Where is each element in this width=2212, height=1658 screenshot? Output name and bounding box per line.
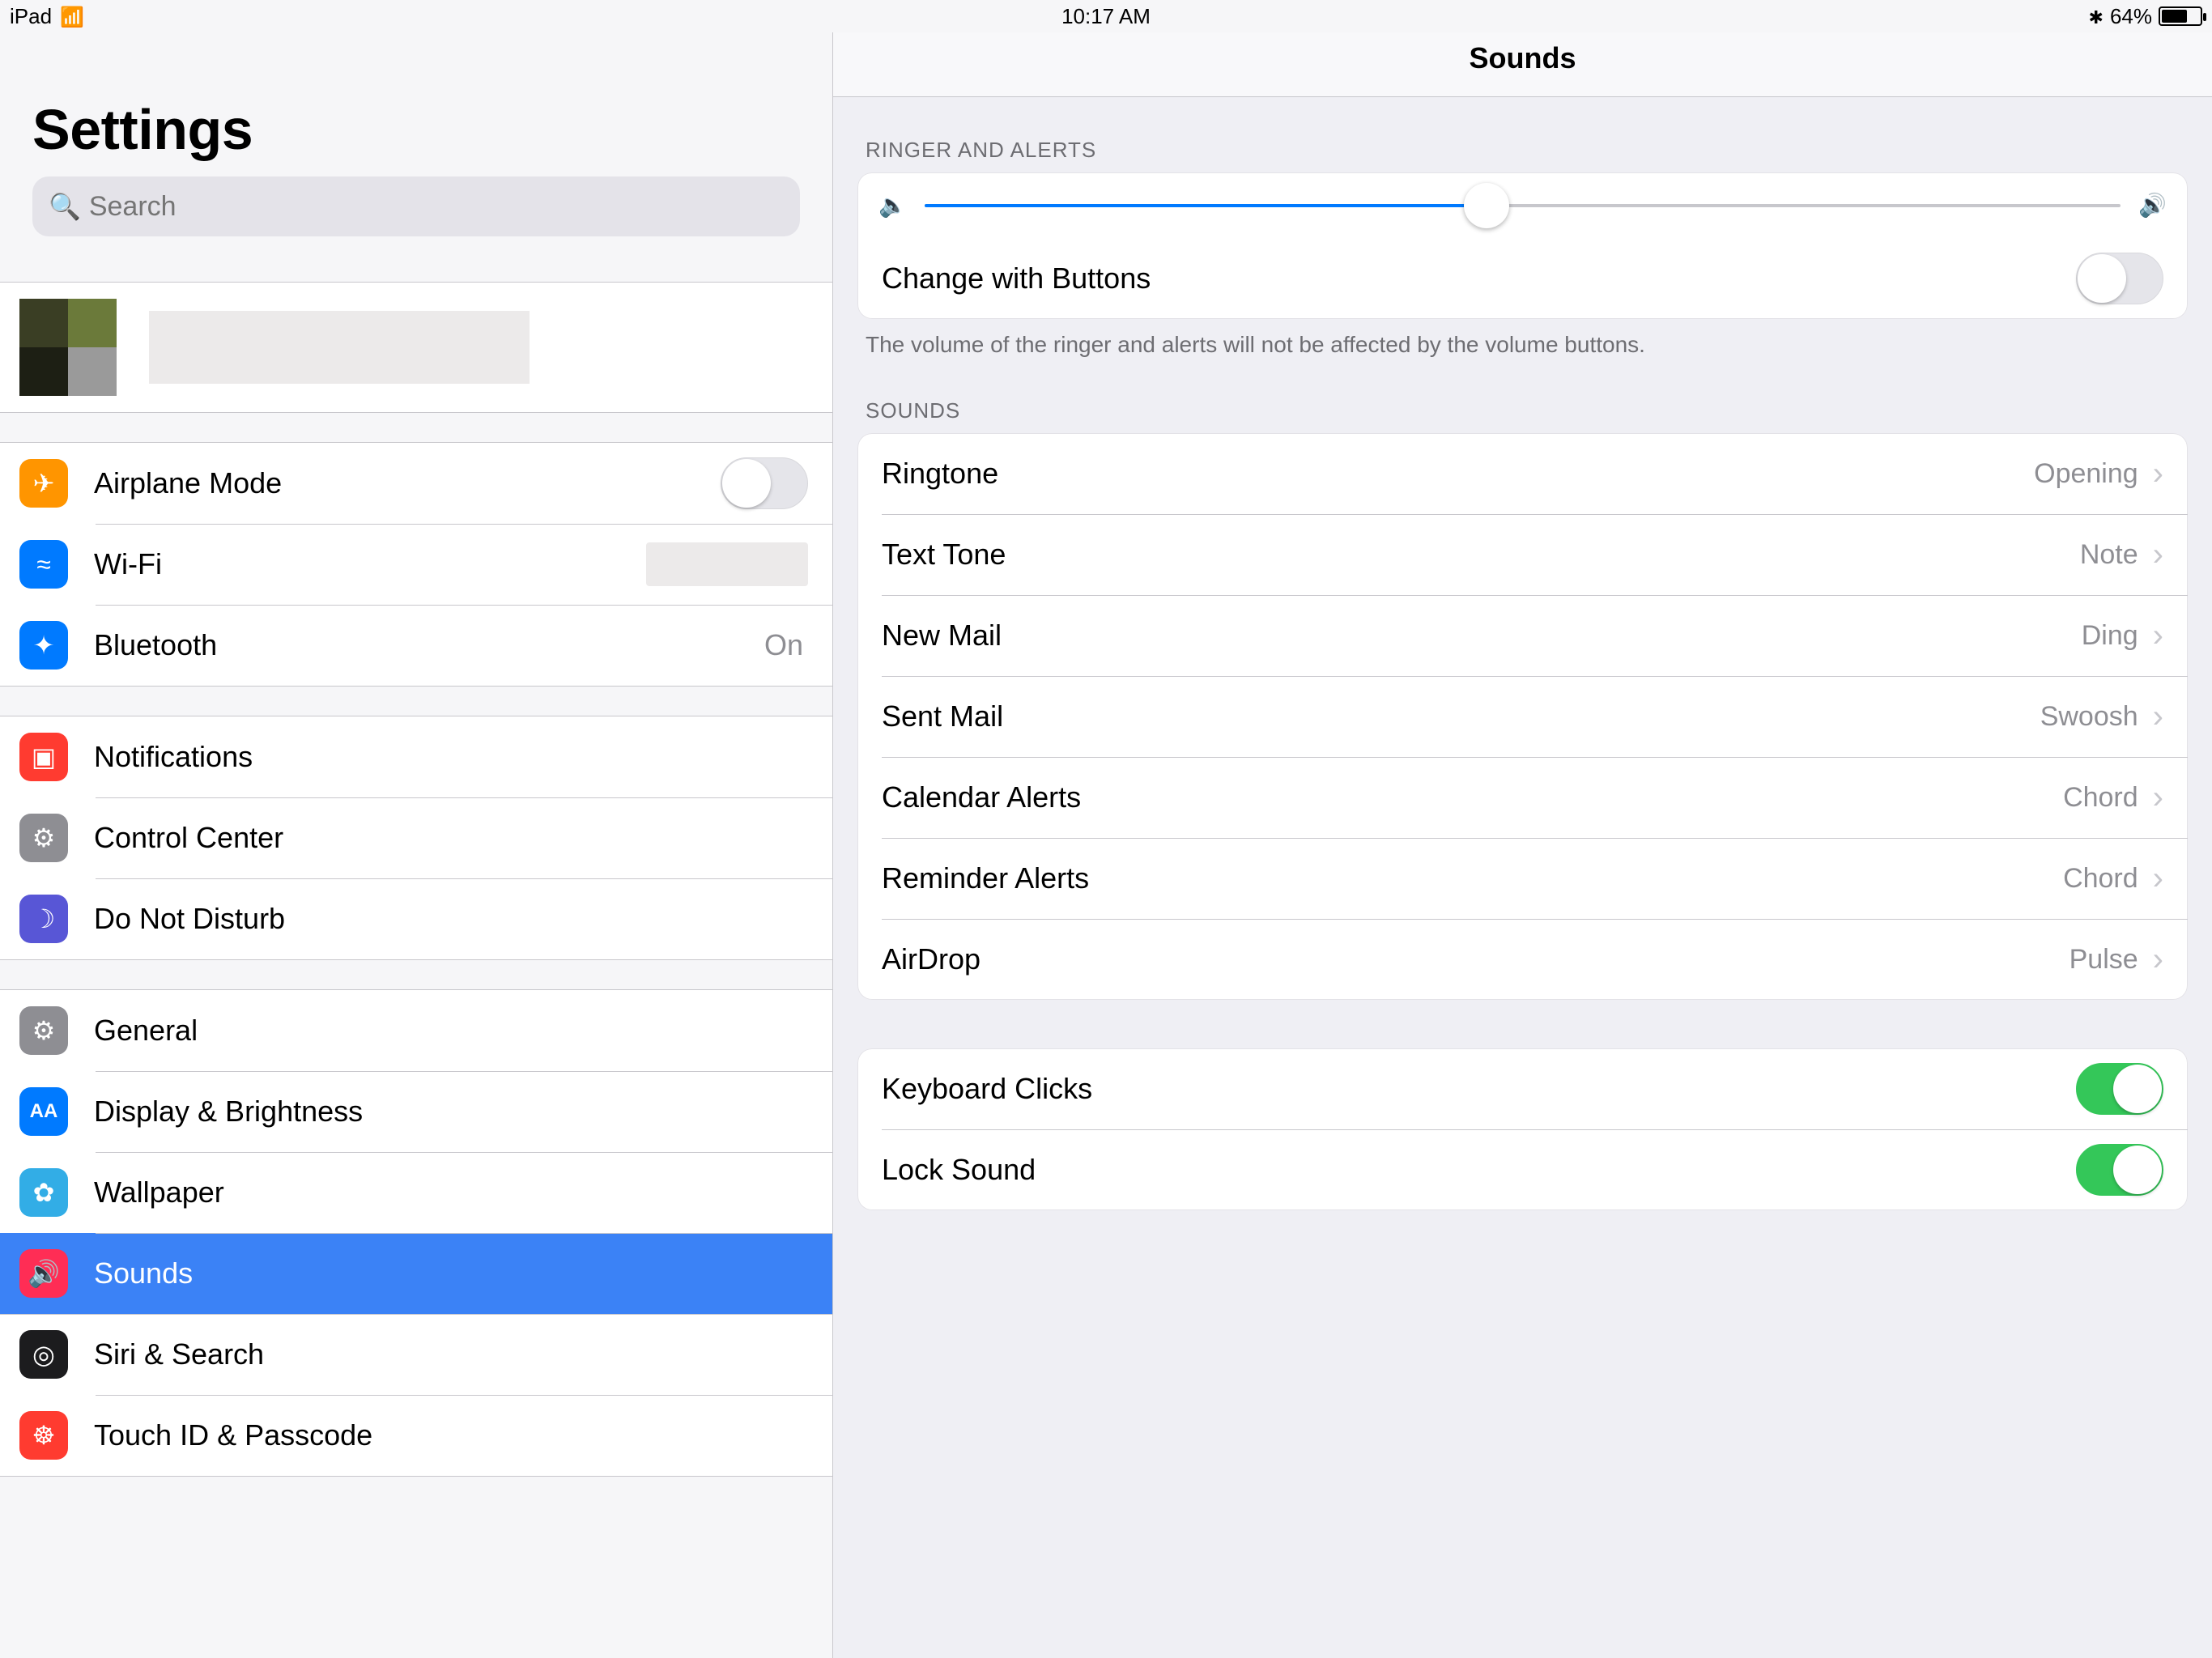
lock-sound-toggle[interactable]	[2076, 1144, 2163, 1196]
row-label: Ringtone	[882, 457, 2034, 491]
sidebar-item-label: Display & Brightness	[94, 1095, 808, 1129]
sidebar-item-label: Control Center	[94, 821, 808, 855]
device-label: iPad	[10, 4, 52, 29]
sidebar-item-label: General	[94, 1014, 808, 1048]
touchid-icon: ☸	[19, 1411, 68, 1460]
row-value: Pulse	[2069, 944, 2138, 976]
wallpaper-icon: ✿	[19, 1168, 68, 1217]
chevron-right-icon: ›	[2153, 862, 2163, 895]
sidebar-item-label: Wallpaper	[94, 1175, 808, 1209]
row-value: Chord	[2063, 863, 2138, 895]
airplane-toggle[interactable]	[721, 457, 808, 509]
section-header-ringer: RINGER AND ALERTS	[833, 97, 2212, 172]
sidebar-item-siri[interactable]: ◎ Siri & Search	[0, 1314, 832, 1395]
gear-icon: ⚙	[19, 1006, 68, 1055]
row-value: Opening	[2034, 458, 2138, 490]
sound-row[interactable]: Text ToneNote ›	[857, 514, 2188, 595]
display-icon: AA	[19, 1087, 68, 1136]
bluetooth-value: On	[764, 628, 803, 662]
change-with-buttons-toggle[interactable]	[2076, 253, 2163, 304]
bluetooth-settings-icon: ✦	[19, 621, 68, 670]
profile-name-redacted	[149, 311, 530, 384]
volume-low-icon: 🔈	[878, 192, 907, 219]
sidebar-item-sounds[interactable]: 🔊 Sounds	[0, 1233, 832, 1314]
sound-row[interactable]: Calendar AlertsChord ›	[857, 757, 2188, 838]
row-label: Reminder Alerts	[882, 861, 2063, 895]
sidebar-item-label: Siri & Search	[94, 1337, 808, 1371]
wifi-settings-icon: ≈	[19, 540, 68, 589]
controlcenter-icon: ⚙	[19, 814, 68, 862]
sidebar-item-label: Airplane Mode	[94, 466, 721, 500]
sound-row[interactable]: RingtoneOpening ›	[857, 433, 2188, 514]
sidebar-item-label: Sounds	[94, 1256, 808, 1290]
keyboard-clicks-row[interactable]: Keyboard Clicks	[857, 1048, 2188, 1129]
profile-row[interactable]	[0, 283, 832, 412]
sound-row[interactable]: Reminder AlertsChord ›	[857, 838, 2188, 919]
row-label: Change with Buttons	[882, 261, 2076, 295]
keyboard-clicks-toggle[interactable]	[2076, 1063, 2163, 1115]
sound-row[interactable]: Sent MailSwoosh ›	[857, 676, 2188, 757]
chevron-right-icon: ›	[2153, 457, 2163, 490]
sidebar-item-touchid[interactable]: ☸ Touch ID & Passcode	[0, 1395, 832, 1476]
sidebar-item-label: Touch ID & Passcode	[94, 1418, 808, 1452]
sidebar-item-wallpaper[interactable]: ✿ Wallpaper	[0, 1152, 832, 1233]
battery-icon	[2159, 6, 2202, 26]
row-label: Calendar Alerts	[882, 780, 2063, 814]
bluetooth-icon	[2089, 4, 2104, 29]
notifications-icon: ▣	[19, 733, 68, 781]
chevron-right-icon: ›	[2153, 619, 2163, 652]
sidebar-item-notifications[interactable]: ▣ Notifications	[0, 716, 832, 797]
lock-sound-row[interactable]: Lock Sound	[857, 1129, 2188, 1210]
wifi-icon	[60, 4, 84, 29]
row-label: Text Tone	[882, 538, 2080, 572]
search-input[interactable]	[89, 191, 784, 223]
sidebar-item-bluetooth[interactable]: ✦ Bluetooth On	[0, 605, 832, 686]
change-with-buttons-row[interactable]: Change with Buttons	[857, 238, 2188, 319]
sidebar-item-display[interactable]: AA Display & Brightness	[0, 1071, 832, 1152]
wifi-value-redacted	[646, 542, 808, 586]
sidebar-item-label: Wi-Fi	[94, 547, 646, 581]
sidebar-item-label: Notifications	[94, 740, 808, 774]
sidebar-item-label: Do Not Disturb	[94, 902, 808, 936]
volume-slider[interactable]	[925, 204, 2121, 207]
battery-label: 64%	[2110, 4, 2152, 29]
sidebar-item-dnd[interactable]: ☽ Do Not Disturb	[0, 878, 832, 959]
row-label: New Mail	[882, 619, 2082, 653]
sidebar-item-controlcenter[interactable]: ⚙ Control Center	[0, 797, 832, 878]
volume-slider-row: 🔈 🔊	[857, 172, 2188, 238]
status-bar: iPad 10:17 AM 64%	[0, 0, 2212, 32]
clock: 10:17 AM	[1061, 4, 1151, 29]
siri-icon: ◎	[19, 1330, 68, 1379]
sidebar: Settings 🔍 ✈ Airplane Mode ≈ Wi-Fi	[0, 0, 833, 1658]
dnd-icon: ☽	[19, 895, 68, 943]
row-value: Note	[2080, 539, 2138, 571]
chevron-right-icon: ›	[2153, 943, 2163, 976]
row-label: AirDrop	[882, 942, 2069, 976]
sidebar-item-label: Bluetooth	[94, 628, 764, 662]
sound-row[interactable]: New MailDing ›	[857, 595, 2188, 676]
chevron-right-icon: ›	[2153, 538, 2163, 571]
row-value: Chord	[2063, 782, 2138, 814]
sounds-icon: 🔊	[19, 1249, 68, 1298]
chevron-right-icon: ›	[2153, 781, 2163, 814]
airplane-icon: ✈	[19, 459, 68, 508]
sound-row[interactable]: AirDropPulse ›	[857, 919, 2188, 1000]
row-value: Swoosh	[2040, 701, 2138, 733]
detail-pane: Sounds RINGER AND ALERTS 🔈 🔊 Change with…	[833, 0, 2212, 1658]
row-label: Sent Mail	[882, 699, 2040, 733]
volume-high-icon: 🔊	[2138, 192, 2167, 219]
section-header-sounds: SOUNDS	[833, 358, 2212, 433]
section-footer-ringer: The volume of the ringer and alerts will…	[833, 319, 2212, 358]
search-field[interactable]: 🔍	[32, 176, 800, 236]
page-title: Settings	[32, 97, 800, 162]
search-icon: 🔍	[49, 191, 81, 222]
chevron-right-icon: ›	[2153, 700, 2163, 733]
avatar	[19, 299, 117, 396]
sidebar-item-wifi[interactable]: ≈ Wi-Fi	[0, 524, 832, 605]
row-label: Lock Sound	[882, 1153, 2076, 1187]
sidebar-item-airplane[interactable]: ✈ Airplane Mode	[0, 443, 832, 524]
sidebar-item-general[interactable]: ⚙ General	[0, 990, 832, 1071]
row-label: Keyboard Clicks	[882, 1072, 2076, 1106]
row-value: Ding	[2082, 620, 2138, 652]
